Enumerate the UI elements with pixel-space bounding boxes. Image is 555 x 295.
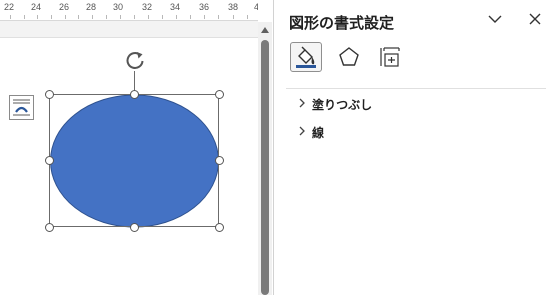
layout-options-icon [13, 99, 30, 116]
ruler-tick [247, 15, 248, 19]
ruler-number: 30 [113, 2, 124, 12]
ruler-number: 38 [228, 2, 239, 12]
tab-fill-line[interactable] [290, 42, 322, 72]
chevron-down-icon [488, 15, 502, 23]
ruler-tick [218, 15, 219, 19]
ruler-tick [204, 15, 205, 19]
tab-size-properties[interactable] [374, 42, 406, 72]
section-fill[interactable]: 塗りつぶし [298, 94, 372, 114]
ruler-tick [51, 15, 52, 19]
vertical-scrollbar[interactable] [258, 22, 272, 295]
section-label: 塗りつぶし [312, 97, 373, 112]
rotate-handle[interactable] [124, 50, 148, 72]
section-line[interactable]: 線 [298, 122, 324, 142]
effects-pentagon-icon [339, 47, 359, 66]
ruler-number: 34 [170, 2, 181, 12]
pane-close-button[interactable] [525, 9, 545, 29]
resize-handle-top-right[interactable] [215, 90, 224, 99]
tab-effects[interactable] [333, 42, 365, 72]
horizontal-ruler[interactable]: 22 24 26 28 30 32 34 36 38 40 [0, 0, 258, 21]
pane-options-button[interactable] [485, 9, 505, 29]
ruler-number: 22 [4, 2, 15, 12]
ruler-tick [37, 15, 38, 19]
ruler-number: 36 [199, 2, 210, 12]
scroll-up-arrow-icon[interactable] [261, 27, 269, 33]
close-icon [529, 13, 541, 25]
ruler-tick [233, 15, 234, 19]
section-label: 線 [312, 125, 325, 140]
resize-handle-bottom-left[interactable] [45, 223, 54, 232]
ruler-tick [120, 15, 121, 19]
resize-handle-right[interactable] [215, 156, 224, 165]
selection-frame [49, 94, 219, 227]
ruler-tick [134, 15, 135, 19]
ruler-tick [10, 15, 11, 19]
resize-handle-bottom[interactable] [130, 223, 139, 232]
resize-handle-top[interactable] [130, 90, 139, 99]
ruler-tick [24, 15, 25, 19]
size-properties-icon [380, 47, 400, 67]
layout-options-button[interactable] [9, 95, 34, 120]
chevron-right-icon [298, 126, 312, 139]
resize-handle-left[interactable] [45, 156, 54, 165]
chevron-right-icon [298, 98, 312, 111]
resize-handle-top-left[interactable] [45, 90, 54, 99]
resize-handle-bottom-right[interactable] [215, 223, 224, 232]
ruler-tick [78, 15, 79, 19]
ruler-tick [148, 15, 149, 19]
ruler-number: 28 [86, 2, 97, 12]
ruler-number: 26 [59, 2, 70, 12]
ruler-number: 24 [31, 2, 42, 12]
document-area: 22 24 26 28 30 32 34 36 38 40 [0, 0, 258, 295]
ruler-bottom-strip [0, 21, 258, 38]
scroll-thumb[interactable] [261, 40, 269, 295]
format-shape-pane: 図形の書式設定 塗りつぶし 線 [273, 0, 555, 295]
ruler-tick [106, 15, 107, 19]
ruler-tick [65, 15, 66, 19]
ruler-tick [190, 15, 191, 19]
ruler-tick [92, 15, 93, 19]
pane-title: 図形の書式設定 [289, 14, 395, 32]
ruler-number: 40 [254, 2, 258, 12]
ruler-tick [162, 15, 163, 19]
pane-divider [286, 88, 546, 89]
ruler-tick [176, 15, 177, 19]
rotate-icon [126, 52, 144, 70]
ruler-number: 32 [142, 2, 153, 12]
fill-line-icon [296, 46, 316, 68]
